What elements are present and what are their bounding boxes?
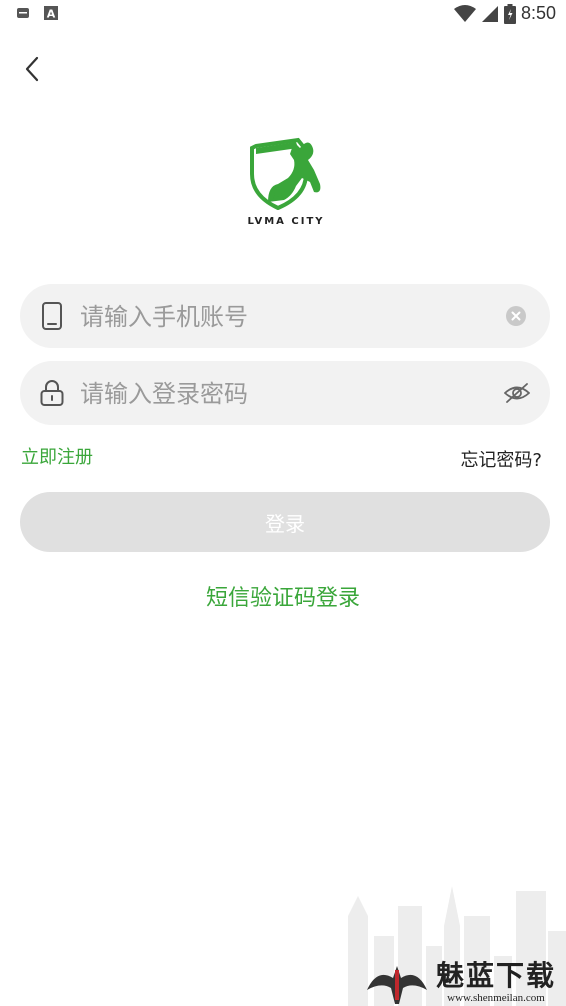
font-app-icon: A	[44, 6, 58, 20]
phone-input[interactable]	[78, 294, 482, 340]
wifi-icon	[453, 4, 476, 22]
eye-hidden-icon	[503, 383, 531, 403]
password-field[interactable]	[20, 361, 550, 425]
dragon-logo-icon	[366, 966, 427, 1004]
phone-icon	[42, 302, 62, 330]
chevron-left-icon	[25, 56, 39, 82]
password-input[interactable]	[78, 371, 482, 417]
site-watermark: 魅蓝下载 www.shenmeilan.com	[363, 960, 556, 1004]
logo-text: LVMA CITY	[247, 216, 325, 227]
clear-phone-button[interactable]	[506, 306, 526, 326]
clear-icon	[511, 311, 521, 321]
svg-text:A: A	[47, 8, 56, 21]
register-link[interactable]: 立即注册	[21, 443, 93, 469]
brand-logo: LVMA CITY	[236, 134, 336, 227]
toggle-password-visibility-button[interactable]	[503, 381, 531, 405]
lock-icon	[40, 380, 64, 406]
status-time: 8:50	[520, 3, 556, 23]
sms-login-link[interactable]: 短信验证码登录	[0, 580, 566, 612]
notification-icon	[17, 8, 29, 18]
battery-icon	[503, 3, 516, 24]
phone-field[interactable]	[20, 284, 550, 348]
login-button[interactable]: 登录	[20, 492, 550, 552]
horse-shield-logo-icon	[250, 137, 321, 211]
watermark-url: www.shenmeilan.com	[447, 992, 545, 1004]
forgot-password-link[interactable]: 忘记密码?	[460, 446, 542, 472]
status-bar: A 8:50	[0, 0, 566, 30]
watermark-title: 魅蓝下载	[435, 959, 556, 992]
back-button[interactable]	[18, 54, 48, 84]
signal-icon	[481, 5, 498, 22]
